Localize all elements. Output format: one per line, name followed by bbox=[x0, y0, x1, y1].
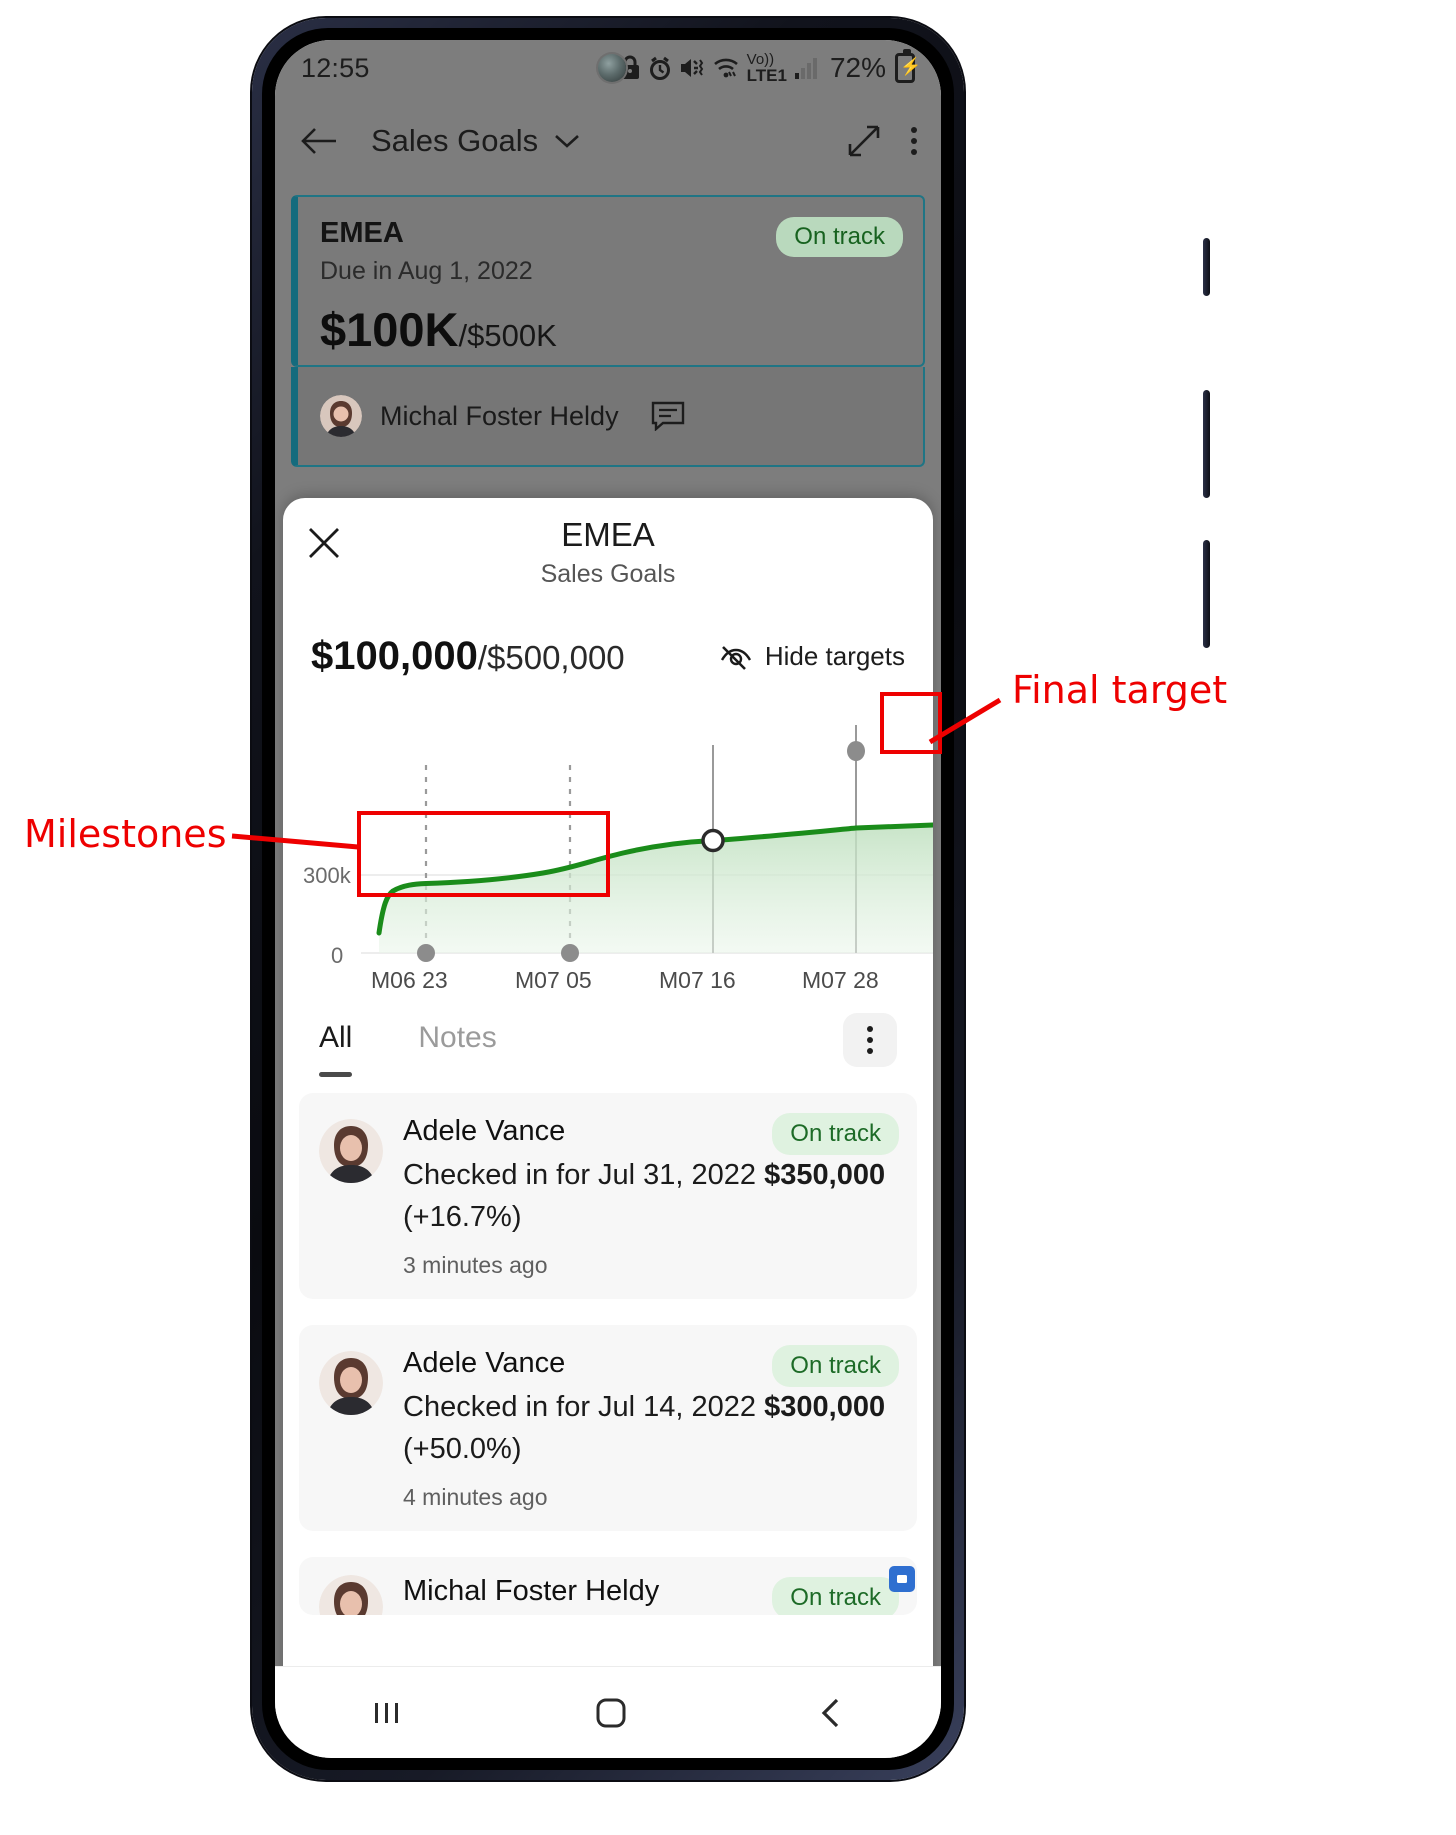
final-target-highlight-box bbox=[880, 692, 942, 754]
checkin-delta: (+50.0%) bbox=[403, 1433, 522, 1466]
goal-name: EMEA bbox=[320, 217, 404, 249]
phone-screen: 12:55 Vo)) LTE1 72% ⚡ Sales Goals EMEA D… bbox=[275, 40, 941, 1758]
status-badge: On track bbox=[772, 1577, 899, 1616]
goal-card[interactable]: EMEA Due in Aug 1, 2022 $100K/$500K On t… bbox=[291, 195, 925, 367]
status-time: 12:55 bbox=[301, 52, 370, 83]
avatar bbox=[319, 1575, 383, 1616]
app-header: Sales Goals bbox=[275, 96, 941, 186]
goal-due-date: Due in Aug 1, 2022 bbox=[320, 257, 533, 285]
goal-owner-name: Michal Foster Heldy bbox=[380, 400, 619, 431]
goal-current: $100K bbox=[320, 303, 459, 356]
goal-card-footer: Michal Foster Heldy bbox=[291, 367, 925, 467]
sheet-header: EMEA Sales Goals bbox=[283, 498, 933, 610]
goal-amount: $100K/$500K bbox=[320, 302, 557, 357]
status-badge: On track bbox=[772, 1113, 899, 1155]
avatar bbox=[320, 395, 362, 437]
chart-x-axis: M06 23 M07 05 M07 16 M07 28 bbox=[283, 967, 933, 1007]
wifi-icon bbox=[713, 58, 738, 78]
volte-icon: Vo)) LTE1 bbox=[746, 51, 787, 85]
x-tick-3: M07 16 bbox=[659, 967, 736, 993]
milestone-marker-1 bbox=[417, 944, 435, 962]
checkin-amount: $350,000 bbox=[764, 1159, 886, 1191]
checkin-delta: (+16.7%) bbox=[403, 1201, 522, 1234]
volume-up-button[interactable] bbox=[1203, 390, 1210, 498]
sheet-amount-current: $100,000 bbox=[311, 634, 478, 678]
final-target-annotation: Final target bbox=[1012, 668, 1228, 712]
comment-icon[interactable] bbox=[651, 401, 685, 431]
sheet-amount-target: /$500,000 bbox=[477, 639, 625, 676]
battery-charging-icon: ⚡ bbox=[895, 49, 921, 83]
screenshot-indicator-icon bbox=[889, 1566, 915, 1592]
checkin-item[interactable]: Michal Foster Heldy On track bbox=[299, 1557, 917, 1616]
camera-dot bbox=[598, 54, 626, 82]
sheet-title: EMEA bbox=[561, 516, 655, 553]
x-tick-4: M07 28 bbox=[802, 967, 879, 993]
battery-percent: 72% bbox=[829, 52, 886, 83]
alarm-icon bbox=[649, 56, 670, 80]
status-badge: On track bbox=[772, 1345, 899, 1388]
milestone-marker-2 bbox=[561, 944, 579, 962]
checkin-timestamp: 4 minutes ago bbox=[403, 1484, 548, 1511]
hide-targets-button[interactable]: Hide targets bbox=[719, 641, 905, 672]
checkin-text: Checked in for Jul 14, 2022 $300,000 (+5… bbox=[403, 1386, 897, 1470]
x-tick-1: M06 23 bbox=[371, 967, 448, 993]
status-bar: 12:55 Vo)) LTE1 72% ⚡ bbox=[275, 40, 941, 96]
checkin-prefix: Checked in for Jul 14, 2022 bbox=[403, 1391, 765, 1424]
checkin-item[interactable]: Adele Vance Checked in for Jul 31, 2022 … bbox=[299, 1093, 917, 1300]
avatar bbox=[319, 1119, 383, 1183]
milestones-highlight-box bbox=[357, 811, 610, 897]
sheet-amount: $100,000/$500,000 bbox=[311, 634, 625, 679]
detail-bottom-sheet: EMEA Sales Goals $100,000/$500,000 Hide … bbox=[283, 498, 933, 1688]
sheet-amount-row: $100,000/$500,000 Hide targets bbox=[283, 610, 933, 679]
recents-icon[interactable] bbox=[367, 1698, 407, 1728]
power-button[interactable] bbox=[1203, 238, 1210, 296]
checkin-marker bbox=[701, 828, 725, 853]
avatar bbox=[319, 1351, 383, 1416]
list-more-icon[interactable] bbox=[843, 1013, 897, 1067]
checkin-timestamp: 3 minutes ago bbox=[403, 1252, 548, 1279]
milestones-annotation: Milestones bbox=[24, 812, 227, 856]
back-arrow-icon[interactable] bbox=[299, 126, 337, 156]
goal-target: /$500K bbox=[458, 318, 557, 353]
close-icon[interactable] bbox=[307, 526, 341, 560]
chevron-down-icon[interactable] bbox=[554, 133, 580, 149]
checkin-amount: $300,000 bbox=[764, 1391, 886, 1424]
app-title: Sales Goals bbox=[371, 123, 539, 158]
system-nav-bar bbox=[275, 1666, 941, 1758]
status-icons: Vo)) LTE1 72% ⚡ bbox=[619, 49, 921, 85]
eye-slash-icon bbox=[720, 645, 751, 670]
y-tick-300k: 300k bbox=[303, 863, 351, 888]
screenshot-root: 12:55 Vo)) LTE1 72% ⚡ Sales Goals EMEA D… bbox=[0, 0, 1456, 1835]
home-icon[interactable] bbox=[592, 1694, 630, 1732]
hide-targets-label: Hide targets bbox=[764, 641, 905, 671]
mute-vibrate-icon bbox=[680, 59, 703, 77]
sheet-subtitle: Sales Goals bbox=[540, 560, 676, 588]
header-more-icon[interactable] bbox=[911, 127, 917, 155]
tab-all[interactable]: All bbox=[319, 1021, 353, 1077]
tab-notes[interactable]: Notes bbox=[418, 1021, 496, 1067]
back-icon[interactable] bbox=[815, 1696, 849, 1730]
expand-icon[interactable] bbox=[847, 124, 881, 158]
y-tick-0: 0 bbox=[331, 943, 344, 968]
checkin-item[interactable]: Adele Vance Checked in for Jul 14, 2022 … bbox=[299, 1325, 917, 1532]
goal-status-badge: On track bbox=[776, 217, 903, 257]
checkin-prefix: Checked in for Jul 31, 2022 bbox=[403, 1159, 765, 1191]
final-target-marker bbox=[847, 741, 865, 761]
signal-icon bbox=[794, 58, 817, 79]
volume-down-button[interactable] bbox=[1203, 540, 1210, 648]
checkin-text: Checked in for Jul 31, 2022 $350,000 (+1… bbox=[403, 1154, 897, 1238]
x-tick-2: M07 05 bbox=[515, 967, 592, 993]
